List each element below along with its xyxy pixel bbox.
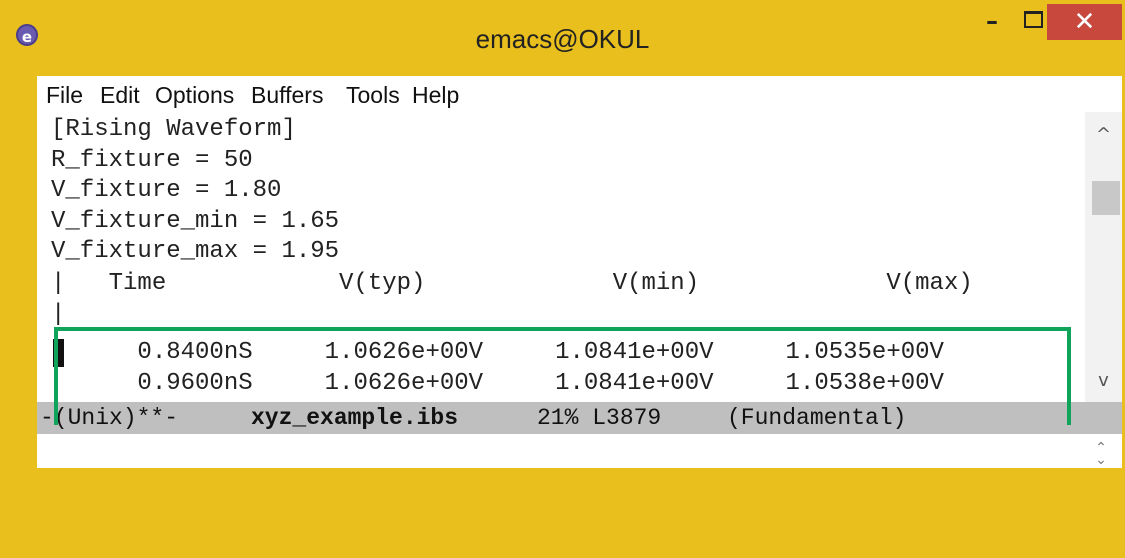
modeline-position: 21% L3879 xyxy=(537,405,662,431)
emacs-window: e emacs@OKUL – ✕ File Edit Options Buffe… xyxy=(0,0,1125,472)
menu-help[interactable]: Help xyxy=(412,82,459,109)
minibuffer-scroll-icon[interactable]: ⌃ ⌄ xyxy=(1089,441,1113,467)
buffer-line: [Rising Waveform] xyxy=(51,116,296,143)
maximize-icon xyxy=(1024,11,1043,28)
buffer-line: R_fixture = 50 xyxy=(51,147,253,174)
vertical-scrollbar[interactable]: ^ v xyxy=(1085,112,1122,406)
maximize-button[interactable] xyxy=(1012,0,1052,42)
scrollbar-thumb[interactable] xyxy=(1092,181,1120,215)
modeline-status: -(Unix)**- xyxy=(40,405,179,431)
buffer-line: V_fixture = 1.80 xyxy=(51,177,282,204)
menu-edit[interactable]: Edit xyxy=(100,82,140,109)
minimize-button[interactable]: – xyxy=(972,0,1012,42)
scroll-up-icon[interactable]: ^ xyxy=(1085,124,1122,145)
minibuffer[interactable]: ⌃ ⌄ xyxy=(37,434,1122,468)
menu-file[interactable]: File xyxy=(46,82,83,109)
buffer-line: V_fixture_min = 1.65 xyxy=(51,208,340,235)
window-title: emacs@OKUL xyxy=(475,24,650,54)
modeline-filename: xyz_example.ibs xyxy=(251,405,459,431)
text-cursor xyxy=(53,339,64,367)
menu-bar: File Edit Options Buffers Tools Help xyxy=(37,76,1122,112)
title-bar[interactable]: e emacs@OKUL – ✕ xyxy=(0,0,1125,76)
close-button[interactable]: ✕ xyxy=(1047,4,1122,40)
menu-tools[interactable]: Tools xyxy=(346,82,400,109)
modeline-major-mode: (Fundamental) xyxy=(727,405,907,431)
buffer-line: V_fixture_max = 1.95 xyxy=(51,238,340,265)
menu-options[interactable]: Options xyxy=(155,82,234,109)
buffer-line: 0.9600nS 1.0626e+00V 1.0841e+00V 1.0538e… xyxy=(51,370,944,397)
buffer-text-area[interactable]: [Rising Waveform] R_fixture = 50 V_fixtu… xyxy=(37,114,1082,408)
emacs-client-area: File Edit Options Buffers Tools Help [Ri… xyxy=(37,76,1122,468)
buffer-line: | xyxy=(51,301,66,328)
scroll-down-icon[interactable]: v xyxy=(1085,370,1122,391)
menu-buffers[interactable]: Buffers xyxy=(251,82,323,109)
buffer-line: 0.8400nS 1.0626e+00V 1.0841e+00V 1.0535e… xyxy=(51,339,944,366)
buffer-line: | Time V(typ) V(min) V(max) xyxy=(51,270,973,297)
mode-line[interactable]: -(Unix)**- xyz_example.ibs 21% L3879 (Fu… xyxy=(37,402,1122,434)
